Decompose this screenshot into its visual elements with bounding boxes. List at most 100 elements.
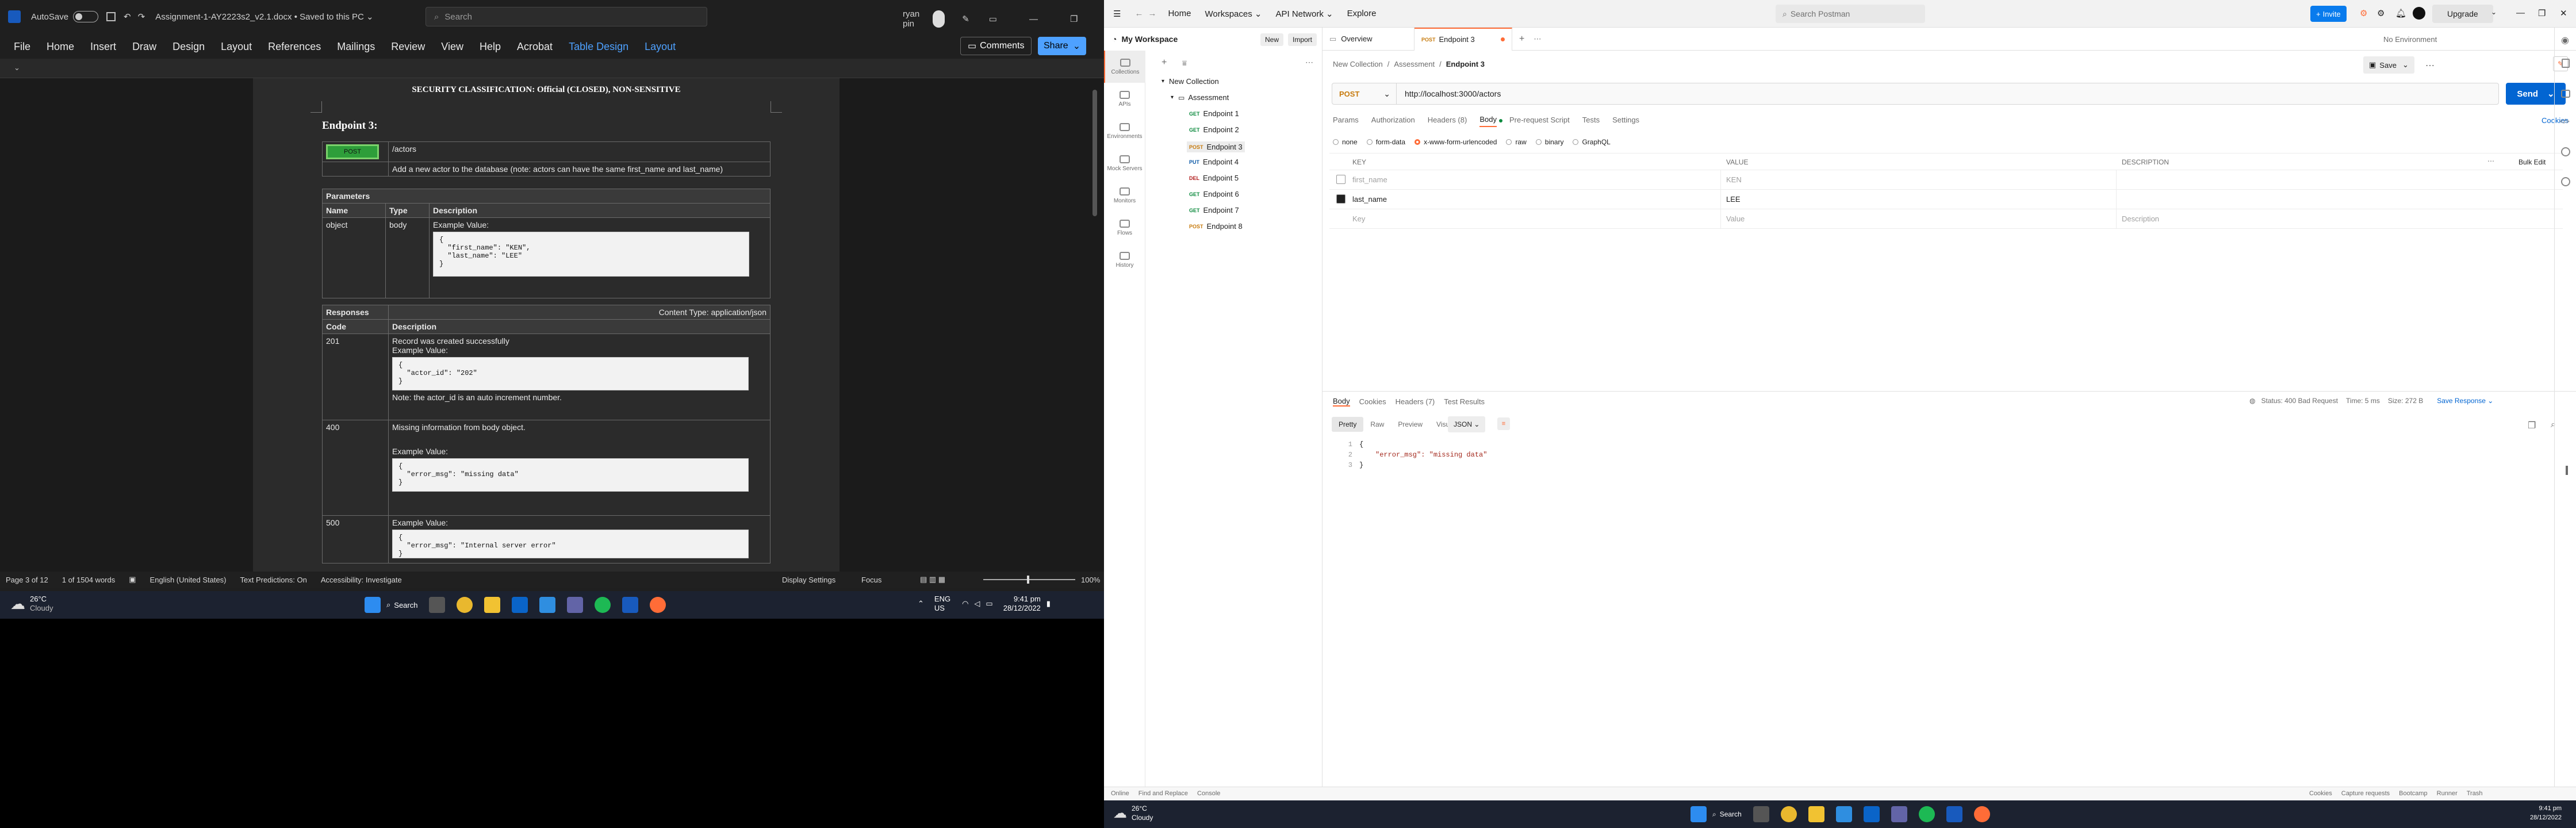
response-view-button[interactable]: Raw [1363, 417, 1391, 432]
kv-value[interactable]: Value [1726, 214, 1745, 223]
request-more-icon[interactable]: ⋯ [2425, 60, 2435, 71]
code-icon[interactable]: </> [2560, 117, 2571, 125]
spotify-icon[interactable] [1918, 806, 1935, 822]
back-icon[interactable]: ← [1134, 9, 1143, 18]
import-button[interactable]: Import [1288, 33, 1317, 46]
postman-icon[interactable] [1973, 806, 1990, 822]
ribbon-tab-mailings[interactable]: Mailings [329, 41, 383, 53]
chrome-icon[interactable] [457, 597, 473, 613]
text-predictions[interactable]: Text Predictions: On [240, 576, 307, 584]
request-tab[interactable]: Headers (8) [1428, 116, 1467, 126]
vertical-scrollbar[interactable] [1092, 90, 1097, 216]
focus-mode[interactable]: Focus [861, 576, 881, 584]
method-select[interactable]: POST ⌄ [1332, 83, 1397, 104]
ribbon-tab-layout[interactable]: Layout [213, 41, 260, 53]
body-type-radio[interactable]: form-data [1366, 138, 1405, 146]
word-icon[interactable] [1946, 806, 1962, 822]
ribbon-tab-review[interactable]: Review [383, 41, 433, 53]
postman-search[interactable]: ⌕ Search Postman [1776, 5, 1925, 23]
request-tab[interactable]: Settings [1612, 116, 1639, 126]
save-icon[interactable] [106, 12, 116, 21]
ribbon-tab-file[interactable]: File [6, 41, 39, 53]
ribbon-tab-insert[interactable]: Insert [82, 41, 124, 53]
avatar[interactable] [2413, 7, 2425, 20]
response-status[interactable]: Status: 400 Bad Request [2261, 397, 2337, 405]
body-type-radio[interactable]: none [1333, 138, 1358, 146]
wrap-lines-icon[interactable]: ≡ [1497, 417, 1510, 430]
ribbon-display-icon[interactable]: ▭ [989, 14, 997, 24]
request-item[interactable]: GET Endpoint 1 [1189, 109, 1239, 118]
bulk-edit-link[interactable]: Bulk Edit [2518, 158, 2546, 166]
word-search-box[interactable]: ⌕ Search [425, 7, 707, 26]
teams-icon[interactable] [567, 597, 584, 613]
status-bar-item[interactable]: Cookies [2309, 790, 2332, 797]
file-explorer-icon[interactable] [484, 597, 501, 613]
ribbon-tab-table-design[interactable]: Table Design [561, 41, 637, 53]
volume-icon[interactable]: ◁ [974, 599, 980, 608]
ribbon-tab-help[interactable]: Help [471, 41, 509, 53]
response-tab[interactable]: Cookies [1359, 397, 1386, 406]
request-item[interactable]: GET Endpoint 2 [1189, 125, 1239, 134]
chevron-up-icon[interactable]: ⌃ [918, 599, 924, 608]
ribbon-tab-view[interactable]: View [433, 41, 471, 53]
user-name[interactable]: ryan pin [903, 9, 925, 29]
new-button[interactable]: New [1260, 33, 1284, 46]
avatar[interactable] [932, 10, 945, 28]
proofing-icon[interactable]: ▣ [129, 575, 136, 584]
pen-icon[interactable]: ✎ [962, 14, 969, 24]
status-bar-item[interactable]: Bootcamp [2399, 790, 2428, 797]
rail-item-monitors[interactable]: Monitors [1104, 179, 1145, 212]
new-tab-icon[interactable]: + [1519, 34, 1524, 44]
request-tab[interactable]: Params [1333, 116, 1359, 126]
taskbar-search[interactable]: ⌕ Search [1712, 810, 1742, 819]
url-input[interactable] [1397, 84, 2498, 103]
filter-icon[interactable]: ⩸ [1182, 59, 1187, 68]
ribbon-tab-references[interactable]: References [260, 41, 329, 53]
rail-item-environments[interactable]: Environments [1104, 115, 1145, 147]
notification-icon[interactable]: ▮ [1046, 599, 1051, 608]
status-bar-item[interactable]: Capture requests [2341, 790, 2390, 797]
task-view-icon[interactable] [429, 597, 446, 613]
request-tab[interactable]: Tests [1582, 116, 1600, 126]
upgrade-button[interactable]: Upgrade [2432, 5, 2493, 23]
add-collection-icon[interactable]: + [1162, 57, 1167, 68]
rail-item-mock-servers[interactable]: Mock Servers [1104, 147, 1145, 179]
zoom-slider[interactable] [983, 576, 1075, 584]
response-tab[interactable]: Test Results [1444, 397, 1485, 406]
request-item[interactable]: GET Endpoint 6 [1189, 190, 1239, 198]
restore-icon[interactable]: ❐ [1070, 14, 1078, 24]
request-tab[interactable]: Authorization [1371, 116, 1415, 126]
language-label[interactable]: English (United States) [150, 576, 227, 584]
taskbar-search[interactable]: ⌕ Search [386, 600, 417, 610]
response-tab[interactable]: Headers (7) [1396, 397, 1435, 406]
comments-button[interactable]: ▭ Comments [960, 37, 1032, 55]
response-format-select[interactable]: JSON ⌄ [1448, 416, 1486, 432]
ribbon-tab-home[interactable]: Home [39, 41, 82, 53]
autosave-toggle[interactable] [73, 11, 99, 22]
input-language[interactable]: ENG [934, 595, 950, 604]
response-time[interactable]: Time: 5 ms [2346, 397, 2380, 405]
kv-value[interactable]: LEE [1726, 195, 1741, 204]
file-explorer-icon[interactable] [1808, 806, 1824, 822]
status-bar-item[interactable]: Online [1111, 790, 1129, 797]
clock-time[interactable]: 9:41 pm [2530, 804, 2562, 813]
rail-item-history[interactable]: History [1104, 244, 1145, 276]
toolbar-pin-icon[interactable]: ⌄ [14, 63, 20, 72]
wifi-icon[interactable]: ◠ [962, 599, 968, 608]
bell-icon[interactable]: 🔔︎ [2395, 8, 2406, 18]
folder-assessment[interactable]: ▾ ▭ Assessment [1171, 93, 1229, 102]
share-button[interactable]: Share ⌄ [1038, 37, 1087, 55]
info-icon[interactable] [2560, 147, 2570, 156]
teams-icon[interactable] [1891, 806, 1907, 822]
status-bar-item[interactable]: Runner [2437, 790, 2458, 797]
status-bar-item[interactable]: Console [1197, 790, 1220, 797]
kv-description[interactable]: Description [2122, 214, 2159, 223]
ribbon-tab-layout[interactable]: Layout [637, 41, 684, 53]
ribbon-tab-draw[interactable]: Draw [124, 41, 164, 53]
ribbon-tab-acrobat[interactable]: Acrobat [509, 41, 561, 53]
view-mode-icons[interactable]: ▤ ▥ ▦ [920, 575, 945, 584]
clock-time[interactable]: 9:41 pm [1003, 595, 1041, 604]
documentation-icon[interactable] [2561, 59, 2570, 68]
weather-temp[interactable]: 26°C [30, 595, 53, 604]
copy-icon[interactable]: ❐ [2528, 420, 2536, 431]
